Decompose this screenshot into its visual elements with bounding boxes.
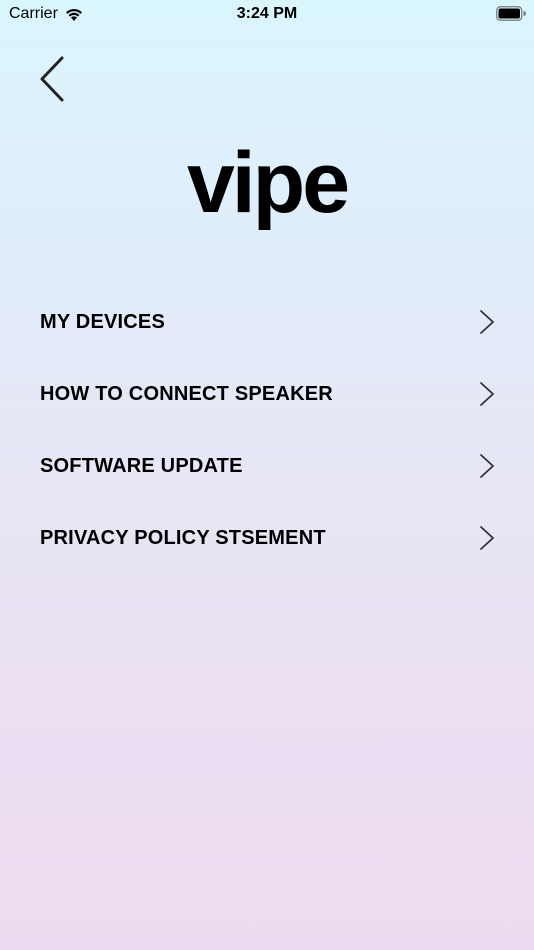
chevron-left-icon xyxy=(40,56,64,102)
status-time: 3:24 PM xyxy=(236,5,298,22)
chevron-right-icon xyxy=(480,310,494,334)
menu-item-label: PRIVACY POLICY STSEMENT xyxy=(40,526,326,549)
chevron-right-icon xyxy=(480,454,494,478)
menu-item-privacy-policy-statement[interactable]: PRIVACY POLICY STSEMENT xyxy=(0,502,534,574)
back-button[interactable] xyxy=(30,52,74,106)
chevron-right-icon xyxy=(480,382,494,406)
menu-item-label: HOW TO CONNECT SPEAKER xyxy=(40,382,333,405)
menu-item-label: MY DEVICES xyxy=(40,310,165,333)
status-bar: Carrier 3:24 PM xyxy=(0,0,534,28)
brand-logo: vipe xyxy=(186,135,350,231)
battery-icon xyxy=(496,6,526,21)
settings-screen: Carrier 3:24 PM vipe MY DEVICES HOW TO C… xyxy=(0,0,534,950)
menu-item-software-update[interactable]: SOFTWARE UPDATE xyxy=(0,430,534,502)
settings-menu: MY DEVICES HOW TO CONNECT SPEAKER SOFTWA… xyxy=(0,286,534,574)
menu-item-my-devices[interactable]: MY DEVICES xyxy=(0,286,534,358)
chevron-right-icon xyxy=(480,526,494,550)
menu-item-how-to-connect-speaker[interactable]: HOW TO CONNECT SPEAKER xyxy=(0,358,534,430)
menu-item-label: SOFTWARE UPDATE xyxy=(40,454,243,477)
